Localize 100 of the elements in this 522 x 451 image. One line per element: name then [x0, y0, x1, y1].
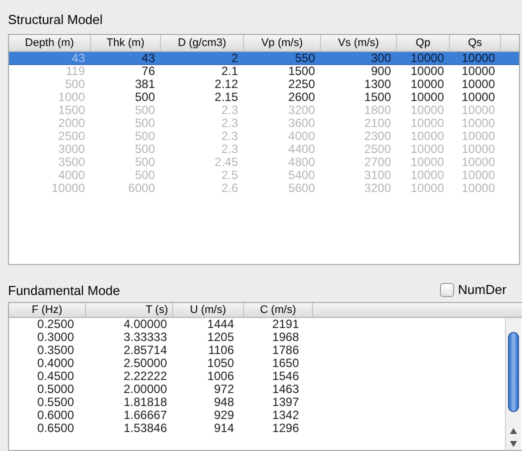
table-cell-text: 0.5000: [36, 383, 75, 396]
table-cell-text: 500: [134, 117, 156, 130]
table-row[interactable]: 500 381 2.12 2250 1300 10000 10000: [9, 78, 519, 91]
table-cell-text: 0.6000: [36, 409, 75, 422]
table-cell-text: 1205: [206, 331, 235, 344]
table-cell-text: 0.6500: [36, 422, 75, 435]
table-cell-text: 500: [134, 130, 156, 143]
table-cell-text: 2.45: [214, 156, 239, 169]
column-header[interactable]: D (g/cm3): [161, 35, 244, 51]
table-row[interactable]: 1000 500 2.15 2600 1500 10000 10000: [9, 91, 519, 104]
table-cell-text: 550: [294, 52, 316, 64]
table-cell-text: 119: [64, 65, 86, 78]
table-cell-text: 900: [370, 65, 392, 78]
down-arrow-icon[interactable]: [510, 441, 517, 447]
table-cell-text: 1050: [206, 357, 235, 370]
table-cell-text: 5600: [287, 182, 316, 195]
table-cell-text: 1300: [363, 78, 392, 91]
selected-row[interactable]: 43 43 2 550 300 10000 10000: [9, 52, 519, 65]
table-cell-text: 948: [212, 396, 235, 409]
table-cell-text: 972: [212, 383, 235, 396]
table-cell-text: 1968: [271, 331, 300, 344]
table-cell-text: 1.81818: [122, 396, 168, 409]
column-header[interactable]: F (Hz): [9, 303, 86, 317]
table-cell-text: 2100: [363, 117, 392, 130]
table-row[interactable]: 119 76 2.1 1500 900 10000 10000: [9, 65, 519, 78]
table-cell-text: 1500: [287, 65, 316, 78]
table-cell-text: 2500: [57, 130, 86, 143]
table-cell-text: 2: [230, 52, 239, 64]
table-cell-text: 10000: [460, 65, 496, 78]
table-cell-text: 1106: [207, 344, 235, 357]
table-cell-text: 10000: [410, 169, 445, 182]
table-cell-text: 2300: [363, 130, 392, 143]
table-cell-text: 3200: [287, 104, 316, 117]
table-cell-text: 1296: [271, 422, 300, 435]
table-cell-text: 10000: [460, 156, 496, 169]
table-cell-text: 1546: [271, 370, 300, 383]
table-cell-text: 4000: [287, 130, 316, 143]
table-cell-text: 1500: [57, 104, 86, 117]
table-cell-text: 3600: [287, 117, 316, 130]
table-cell-text: 10000: [460, 52, 496, 64]
table-cell-text: 1786: [271, 344, 300, 357]
up-arrow-icon[interactable]: [510, 428, 517, 434]
table-cell-text: 76: [140, 65, 156, 78]
table-cell-text: 0.3000: [36, 331, 75, 344]
table-cell-text: 929: [212, 409, 235, 422]
column-header[interactable]: Vp (m/s): [244, 35, 321, 51]
scrollbar[interactable]: [505, 318, 521, 450]
checkbox-label[interactable]: NumDer: [458, 280, 506, 300]
table-cell-text: 3.33333: [122, 331, 168, 344]
column-header[interactable]: Qp: [397, 35, 450, 51]
table-cell-text: 0.2500: [36, 318, 75, 331]
table-cell-text: 10000: [460, 104, 496, 117]
table-cell-text: 2.12: [214, 78, 239, 91]
table-cell-text: 4.00000: [122, 318, 168, 331]
table-cell-text: 4400: [287, 143, 316, 156]
column-header[interactable]: C (m/s): [244, 303, 313, 317]
table-cell-text: 2.1: [220, 65, 239, 78]
section-title: Fundamental Mode: [8, 282, 120, 300]
table-cell-text: 0.4500: [36, 370, 75, 383]
table-cell-text: 2250: [287, 78, 316, 91]
table-cell-text: 1000: [57, 91, 86, 104]
table-cell-text: 500: [134, 91, 156, 104]
table-cell-text: 10000: [460, 169, 496, 182]
table-cell-text: 10000: [410, 52, 445, 64]
table-cell-text: 1463: [271, 383, 300, 396]
table-cell-text: 2191: [271, 318, 300, 331]
table-cell-text: 500: [134, 156, 156, 169]
table-cell-text: 500: [134, 143, 156, 156]
table-cell-text: 2700: [363, 156, 392, 169]
table-cell-text: 1800: [363, 104, 392, 117]
table-cell-text: 2.15: [214, 91, 239, 104]
table-cell-text: 1342: [271, 409, 300, 422]
table-cell-text: 1.66667: [122, 409, 168, 422]
table-cell-text: 3000: [57, 143, 86, 156]
table-cell-text: 10000: [410, 91, 445, 104]
column-header[interactable]: Vs (m/s): [321, 35, 397, 51]
column-header[interactable]: T (s): [86, 303, 173, 317]
table-cell-text: 10000: [460, 143, 496, 156]
table-cell-text: 2.3: [220, 143, 239, 156]
table-cell-text: 2.50000: [122, 357, 168, 370]
table-cell-text: 2.3: [220, 130, 239, 143]
table-cell-text: 500: [134, 169, 156, 182]
table-cell-text: 1006: [206, 370, 235, 383]
checkbox[interactable]: [440, 282, 454, 297]
table-cell-text: 5400: [287, 169, 316, 182]
column-header[interactable]: Qs: [450, 35, 501, 51]
table-cell-text: 300: [370, 52, 392, 64]
table-cell-text: 1.53846: [122, 422, 168, 435]
table-cell-text: 2.00000: [122, 383, 168, 396]
table-cell-text: 10000: [410, 78, 445, 91]
column-header[interactable]: Thk (m): [91, 35, 161, 51]
table-cell-text: 2.3: [220, 117, 239, 130]
table-cell-text: 2500: [363, 143, 392, 156]
table-cell-text: 10000: [460, 130, 496, 143]
table-cell-text: 381: [134, 78, 156, 91]
table-cell-text: 0.3500: [36, 344, 75, 357]
table-cell-text: 500: [64, 78, 86, 91]
column-header[interactable]: U (m/s): [173, 303, 244, 317]
scrollbar-thumb[interactable]: [508, 332, 519, 412]
table-cell-text: 2.22222: [122, 370, 168, 383]
